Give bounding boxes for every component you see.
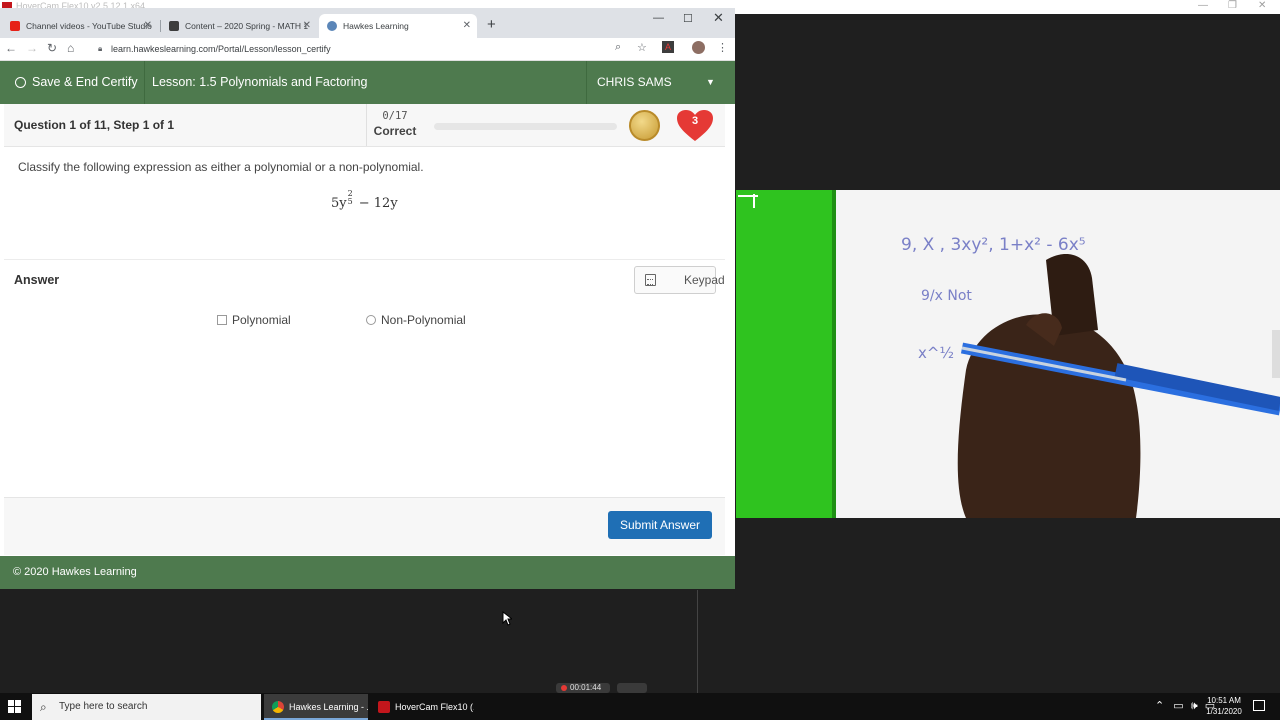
notification-icon[interactable] [1253, 700, 1265, 711]
copyright-footer: © 2020 Hawkes Learning [0, 556, 735, 589]
question-header: Question 1 of 11, Step 1 of 1 0/17 Corre… [4, 104, 725, 147]
task-label: HoverCam Flex10 (... [395, 702, 474, 712]
clock-time: 10:51 AM [1207, 696, 1241, 705]
chevron-up-icon[interactable]: ⌃ [1155, 700, 1164, 712]
mouse-cursor-icon [502, 611, 512, 626]
tab-hawkes-learning[interactable]: Hawkes Learning ✕ [319, 14, 477, 38]
document-camera-feed: 9, X , 3xy², 1+x² - 6x⁵ 9/x Not x^½ [736, 190, 1280, 518]
lesson-title: Lesson: 1.5 Polynomials and Factoring [152, 75, 368, 89]
camera-image: 9, X , 3xy², 1+x² - 6x⁵ 9/x Not x^½ [736, 190, 1280, 518]
submit-answer-button[interactable]: Submit Answer [608, 511, 712, 539]
forward-icon[interactable]: → [26, 41, 38, 55]
app-header: Save & End Certify Lesson: 1.5 Polynomia… [0, 61, 735, 104]
keypad-button[interactable]: Keypad [634, 266, 725, 294]
save-end-label: Save & End Certify [32, 75, 138, 89]
new-tab-button[interactable]: + [487, 16, 496, 33]
score-label: Correct [373, 124, 417, 138]
score-fraction: 0/17 [382, 110, 408, 122]
option-non-polynomial[interactable]: Non-Polynomial [366, 313, 466, 327]
pdf-extension-icon[interactable]: A [662, 41, 674, 53]
recording-menu-icon[interactable] [617, 683, 647, 693]
task-hovercam-flex10[interactable]: HoverCam Flex10 (... [370, 694, 474, 720]
back-icon[interactable]: ← [5, 41, 17, 55]
taskbar-search-box[interactable]: ⌕ Type here to search [32, 694, 261, 720]
expr-exp-den: 5 [347, 197, 353, 206]
tab-close-icon[interactable]: ✕ [144, 14, 152, 38]
tab-label: Content – 2020 Spring - MATH 1 [185, 21, 309, 31]
math-expression: 5y 2 5 − 12y [331, 189, 398, 211]
progress-bar [434, 123, 617, 130]
radio[interactable] [366, 315, 376, 325]
option-label: Polynomial [232, 313, 291, 327]
checkbox[interactable] [217, 315, 227, 325]
network-icon[interactable]: ▭ [1173, 700, 1183, 712]
answer-label: Answer [14, 273, 60, 287]
close-icon[interactable]: ✕ [1258, 0, 1266, 11]
tab-strip: Channel videos - YouTube Studio ✕ Conten… [0, 8, 735, 38]
question-title: Question 1 of 11, Step 1 of 1 [14, 118, 175, 132]
save-end-icon [15, 77, 26, 88]
profile-avatar[interactable] [692, 41, 705, 54]
record-dot-icon [561, 685, 567, 691]
task-label: Hawkes Learning - ... [289, 702, 368, 712]
flex10-icon [378, 701, 390, 713]
tab-youtube-studio[interactable]: Channel videos - YouTube Studio ✕ [2, 14, 158, 38]
volume-icon[interactable]: 🕪︎ [1191, 700, 1198, 712]
close-icon[interactable]: ✕ [713, 10, 724, 26]
keypad-label: Keypad [684, 273, 725, 287]
save-end-certify-button[interactable]: Save & End Certify [6, 67, 144, 98]
youtube-icon [10, 21, 20, 31]
handwriting-line-2: 9/x Not [921, 288, 972, 304]
minimize-icon[interactable]: — [1198, 0, 1208, 11]
tab-label: Hawkes Learning [343, 21, 409, 31]
search-icon: ⌕ [40, 700, 47, 714]
address-bar[interactable]: 🔒︎ learn.hawkeslearning.com/Portal/Lesso… [98, 40, 658, 58]
recording-time: 00:01:44 [570, 683, 602, 692]
restore-icon[interactable]: ❐ [1228, 0, 1237, 11]
menu-kebab-icon[interactable]: ⋮ [717, 41, 728, 54]
minimize-icon[interactable]: — [653, 12, 664, 24]
browser-toolbar: ← → ↻ ⌂ 🔒︎ learn.hawkeslearning.com/Port… [0, 38, 735, 61]
bb-icon [169, 21, 179, 31]
option-label: Non-Polynomial [381, 313, 466, 327]
lock-icon: 🔒︎ [98, 44, 103, 53]
reload-icon[interactable]: ↻ [47, 41, 57, 55]
calculator-icon [645, 274, 656, 286]
question-prompt: Classify the following expression as eit… [18, 160, 424, 174]
handwriting-line-3: x^½ [918, 344, 954, 362]
user-menu[interactable]: CHRIS SAMS [597, 61, 672, 104]
lives-count: 3 [691, 115, 699, 127]
search-placeholder: Type here to search [59, 701, 148, 712]
zoom-icon[interactable]: ⌕ [615, 41, 621, 54]
url-text: learn.hawkeslearning.com/Portal/Lesson/l… [111, 44, 331, 54]
tab-close-icon[interactable]: ✕ [463, 14, 471, 38]
windows-taskbar: ⌕ Type here to search Hawkes Learning - … [0, 693, 1280, 720]
maximize-icon[interactable]: ☐ [683, 12, 693, 25]
tab-label: Channel videos - YouTube Studio [26, 21, 152, 31]
handwriting-line-1: 9, X , 3xy², 1+x² - 6x⁵ [901, 235, 1086, 255]
taskbar-clock[interactable]: 10:51 AM 1/31/2020 [1198, 695, 1250, 717]
tab-blackboard-content[interactable]: Content – 2020 Spring - MATH 1 ✕ [161, 14, 317, 38]
chrome-icon [272, 701, 284, 713]
recording-timer[interactable]: 00:01:44 [556, 683, 610, 693]
expr-coef: 5y [331, 196, 347, 211]
caret-down-icon[interactable]: ▼ [706, 77, 715, 87]
clock-date: 1/31/2020 [1206, 707, 1242, 716]
option-polynomial[interactable]: Polynomial [217, 313, 291, 327]
home-icon[interactable]: ⌂ [67, 41, 74, 55]
bookmark-star-icon[interactable]: ☆ [637, 41, 647, 54]
task-hawkes-learning[interactable]: Hawkes Learning - ... [264, 694, 368, 720]
windows-start-icon[interactable] [8, 700, 21, 713]
coin-icon [629, 110, 660, 141]
expr-rest: − 12y [354, 196, 398, 211]
tab-close-icon[interactable]: ✕ [303, 14, 311, 38]
hawkes-icon [327, 21, 337, 31]
